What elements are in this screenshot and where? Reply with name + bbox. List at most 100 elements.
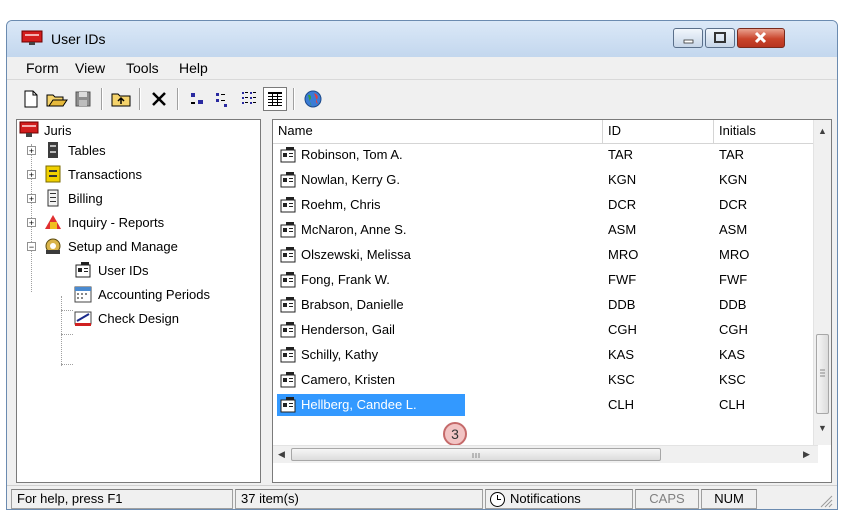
toolbar (7, 79, 837, 118)
small-icons-icon (216, 93, 227, 107)
cell-initials: KAS (719, 347, 746, 362)
scroll-down-icon[interactable]: ▼ (818, 423, 827, 433)
menu-form[interactable]: Form (26, 60, 59, 76)
expand-icon[interactable]: + (27, 218, 36, 228)
cell-name: Hellberg, Candee L. (301, 397, 417, 412)
table-row[interactable]: Robinson, Tom A. TAR TAR (273, 143, 818, 168)
notifications-label: Notifications (510, 491, 581, 506)
tree-label: Juris (44, 122, 72, 138)
menu-help[interactable]: Help (179, 60, 208, 76)
resize-grip-icon[interactable] (819, 494, 833, 508)
juris-app-icon (21, 30, 43, 45)
scroll-right-icon[interactable]: ▶ (803, 449, 810, 460)
list-header: Name ID Initials (273, 120, 818, 144)
tree-connector (61, 310, 73, 311)
open-button[interactable] (45, 87, 69, 111)
user-id-icon (280, 322, 296, 338)
cell-id: MRO (608, 247, 639, 262)
horizontal-scroll-thumb[interactable] (291, 448, 661, 461)
tree-item-billing[interactable]: Billing (43, 188, 103, 208)
tree-item-juris[interactable]: Juris (19, 120, 71, 140)
toolbar-separator (101, 88, 103, 110)
column-header-id[interactable]: ID (603, 120, 714, 143)
cell-name: Roehm, Chris (301, 197, 381, 212)
tree-connector (61, 334, 73, 335)
scroll-up-icon[interactable]: ▲ (818, 126, 827, 136)
tree-item-inquiry-reports[interactable]: Inquiry - Reports (43, 212, 164, 232)
collapse-icon[interactable]: − (27, 242, 36, 252)
vertical-scroll-thumb[interactable] (816, 334, 829, 414)
cell-initials: DDB (719, 297, 747, 312)
column-header-name[interactable]: Name (273, 120, 603, 143)
tree-item-transactions[interactable]: Transactions (43, 164, 142, 184)
scroll-left-icon[interactable]: ◀ (278, 449, 285, 460)
maximize-button[interactable] (705, 28, 735, 48)
list-view-icon (242, 92, 256, 104)
cell-name: Fong, Frank W. (301, 272, 390, 287)
up-folder-button[interactable] (109, 87, 133, 111)
cell-id: TAR (608, 147, 634, 162)
vertical-scrollbar[interactable]: ▲ ▼ (813, 120, 831, 445)
tree-item-tables[interactable]: Tables (43, 140, 106, 160)
expand-icon[interactable]: + (27, 170, 36, 180)
cell-id: KSC (608, 372, 635, 387)
menu-tools[interactable]: Tools (126, 60, 159, 76)
step-callout-badge: 3 (443, 422, 467, 446)
table-row[interactable]: Olszewski, Melissa MRO MRO (273, 243, 818, 268)
expand-icon[interactable]: + (27, 194, 36, 204)
tree-label: Transactions (68, 166, 142, 182)
cell-name: Brabson, Danielle (301, 297, 404, 312)
new-button[interactable] (19, 87, 43, 111)
cell-id: FWF (608, 272, 637, 287)
large-icons-icon (191, 93, 203, 104)
delete-button[interactable] (147, 87, 171, 111)
user-id-icon (280, 297, 296, 313)
table-row[interactable]: Camero, Kristen KSC KSC (273, 368, 818, 393)
title-bar[interactable]: User IDs (7, 21, 837, 57)
details-view-button[interactable] (263, 87, 287, 111)
tree-item-setup-manage[interactable]: Setup and Manage (43, 236, 178, 256)
web-button[interactable] (301, 87, 325, 111)
table-row[interactable]: Henderson, Gail CGH CGH (273, 318, 818, 343)
table-row[interactable]: Brabson, Danielle DDB DDB (273, 293, 818, 318)
table-row[interactable]: Hellberg, Candee L. CLH CLH (273, 393, 818, 418)
menu-view[interactable]: View (75, 60, 105, 76)
small-icons-button[interactable] (211, 87, 235, 111)
cell-initials: CLH (719, 397, 746, 412)
user-id-icon (280, 222, 296, 238)
table-row[interactable]: Roehm, Chris DCR DCR (273, 193, 818, 218)
tree-item-check-design[interactable]: Check Design (73, 308, 179, 328)
cell-name: Camero, Kristen (301, 372, 395, 387)
column-header-initials[interactable]: Initials (714, 120, 818, 143)
tree-item-user-ids[interactable]: User IDs (73, 260, 149, 280)
user-id-icon (280, 372, 296, 388)
user-id-icon (75, 262, 91, 278)
list-view-button[interactable] (237, 87, 261, 111)
cell-initials: FWF (719, 272, 748, 287)
tree-label: Accounting Periods (98, 286, 211, 302)
navigation-tree: Juris + Tables + Transactions + Billing … (16, 119, 261, 483)
tree-item-accounting-periods[interactable]: Accounting Periods (73, 284, 210, 304)
status-notifications[interactable]: Notifications (485, 489, 633, 509)
save-button[interactable] (71, 87, 95, 111)
table-row[interactable]: Fong, Frank W. FWF FWF (273, 268, 818, 293)
table-row[interactable]: McNaron, Anne S. ASM ASM (273, 218, 818, 243)
table-row[interactable]: Schilly, Kathy KAS KAS (273, 343, 818, 368)
minimize-icon (683, 39, 694, 44)
table-row[interactable]: Nowlan, Kerry G. KGN KGN (273, 168, 818, 193)
status-help-text: For help, press F1 (11, 489, 233, 509)
large-icons-button[interactable] (185, 87, 209, 111)
details-view-icon (268, 92, 282, 106)
expand-icon[interactable]: + (27, 146, 36, 156)
toolbar-separator (139, 88, 141, 110)
tree-label: Tables (68, 142, 106, 158)
calendar-icon (74, 286, 92, 303)
cell-initials: ASM (719, 222, 748, 237)
cell-initials: DCR (719, 197, 748, 212)
close-button[interactable] (737, 28, 785, 48)
tree-connector (61, 296, 62, 366)
horizontal-scrollbar[interactable]: ◀ ▶ (273, 445, 818, 463)
minimize-button[interactable] (673, 28, 703, 48)
cell-initials: KSC (719, 372, 746, 387)
status-item-count: 37 item(s) (235, 489, 483, 509)
